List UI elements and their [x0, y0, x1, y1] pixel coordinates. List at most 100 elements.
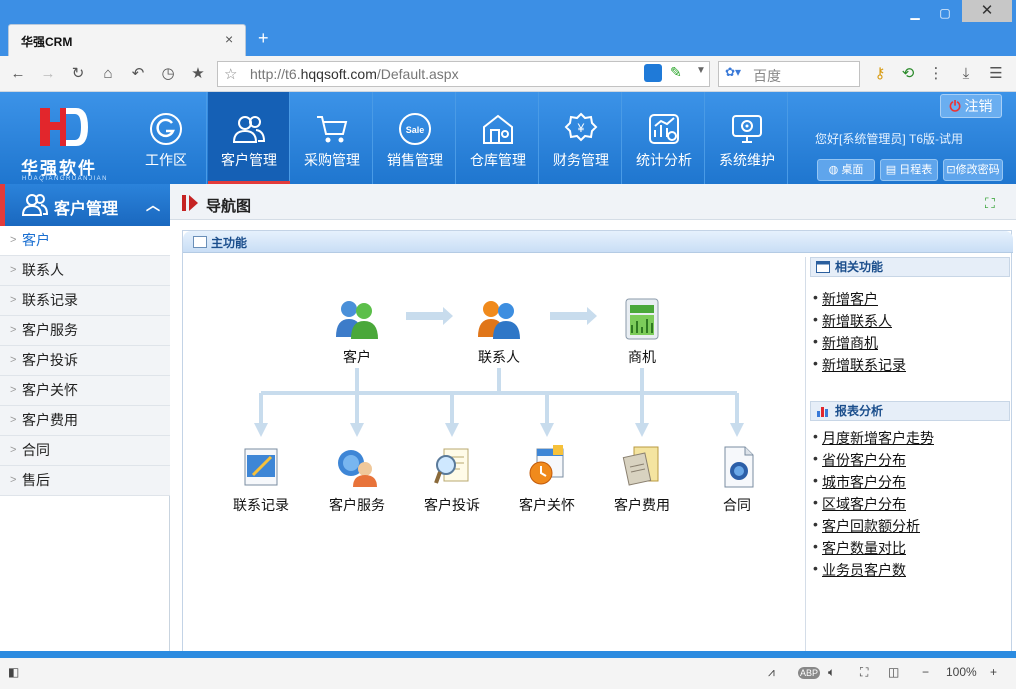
fullscreen-icon[interactable]: ⛶: [860, 665, 868, 680]
plugin-icon[interactable]: ✎: [670, 64, 682, 81]
bookmark-star-icon[interactable]: ★: [188, 64, 208, 84]
logout-button[interactable]: ⏻ 注销: [940, 94, 1002, 118]
calendar-icon: ▤: [885, 164, 897, 176]
flow-node-customer-service[interactable]: 客户服务: [317, 445, 397, 515]
dropdown-icon[interactable]: ▼: [696, 65, 706, 76]
reload-icon[interactable]: ↻: [68, 64, 88, 84]
link-province-distribution[interactable]: 省份客户分布: [813, 450, 906, 470]
zoom-level[interactable]: 100%: [946, 665, 977, 679]
nav-workspace[interactable]: 工作区: [125, 92, 207, 184]
customer-service-icon: [338, 450, 377, 487]
main-content: 导航图 ⛶ 主功能 客户 联系人 商机 联系记录 客户服务 客户投诉 客户关怀 …: [170, 184, 1016, 652]
sidebar-toggle-icon[interactable]: ◧: [8, 665, 19, 679]
search-input[interactable]: 百度: [753, 66, 781, 86]
user-greeting: 您好[系统管理员] T6版-试用: [815, 132, 964, 146]
nav-sales-management[interactable]: Sale 销售管理: [374, 92, 456, 184]
nav-finance-management[interactable]: ¥ 财务管理: [540, 92, 622, 184]
app-header: 华强软件 HUAQIANGRUANJIAN 工作区 客户管理 采购管理 Sale…: [0, 92, 1016, 184]
nav-label: 销售管理: [387, 152, 443, 168]
chevron-right-icon: >: [10, 474, 17, 486]
link-new-contact[interactable]: 新增联系人: [813, 311, 892, 331]
browser-tab[interactable]: 华强CRM ×: [8, 24, 246, 56]
sidebar-item-complaint[interactable]: > 客户投诉: [0, 346, 170, 376]
nav-purchase-management[interactable]: 采购管理: [291, 92, 373, 184]
customer-people-icon: [336, 301, 378, 339]
finance-icon: ¥: [564, 112, 598, 142]
sidebar-item-customer-service[interactable]: > 客户服务: [0, 316, 170, 346]
link-salesperson-customers[interactable]: 业务员客户数: [813, 560, 906, 580]
power-icon: ⏻: [949, 98, 961, 114]
window-close-button[interactable]: ✕: [962, 0, 1012, 22]
chevron-right-icon: >: [10, 294, 17, 306]
tab-title: 华强CRM: [21, 35, 73, 49]
node-label: 联系人: [478, 349, 520, 365]
notification-icon[interactable]: ⋮: [926, 64, 946, 84]
nav-warehouse-management[interactable]: 仓库管理: [457, 92, 539, 184]
menu-icon[interactable]: ☰: [986, 64, 1006, 84]
address-bar[interactable]: ☆ http://t6.hqqsoft.com/Default.aspx ✎ ▼: [217, 61, 710, 87]
link-new-contact-record[interactable]: 新增联系记录: [813, 355, 906, 375]
link-customer-count-comparison[interactable]: 客户数量对比: [813, 538, 906, 558]
key-icon[interactable]: ⚷: [870, 64, 890, 84]
link-city-distribution[interactable]: 城市客户分布: [813, 472, 906, 492]
sidebar-item-care[interactable]: > 客户关怀: [0, 376, 170, 406]
change-password-button[interactable]: ⊡修改密码: [943, 159, 1003, 181]
sidebar-title: 客户管理: [54, 201, 119, 218]
undo-icon[interactable]: ↶: [128, 64, 148, 84]
sidebar-item-customer[interactable]: > 客户: [0, 226, 170, 256]
adblock-icon[interactable]: ABP: [798, 667, 821, 679]
flow-node-expense[interactable]: 客户费用: [602, 445, 682, 515]
new-tab-button[interactable]: +: [258, 28, 269, 49]
nav-customer-management[interactable]: 客户管理: [208, 92, 290, 184]
flow-node-complaint[interactable]: 客户投诉: [412, 445, 492, 515]
nav-system-maintenance[interactable]: 系统维护: [706, 92, 788, 184]
history-icon[interactable]: ◷: [158, 64, 178, 84]
home-icon[interactable]: ⌂: [98, 64, 118, 84]
link-payment-analysis[interactable]: 客户回款额分析: [813, 516, 920, 536]
chevron-right-icon: >: [10, 354, 17, 366]
volume-icon[interactable]: 🔈︎: [828, 665, 835, 680]
forward-icon[interactable]: →: [38, 64, 58, 84]
nav-statistics-analysis[interactable]: 统计分析: [623, 92, 705, 184]
favorite-icon[interactable]: ☆: [224, 65, 237, 83]
node-label: 客户: [343, 349, 371, 365]
sidebar-item-contract[interactable]: > 合同: [0, 436, 170, 466]
tab-close-button[interactable]: ×: [225, 31, 233, 47]
panel-title: 主功能: [211, 236, 248, 250]
performance-icon[interactable]: ⩘: [768, 665, 775, 680]
sidebar-item-contact[interactable]: > 联系人: [0, 256, 170, 286]
nav-label: 系统维护: [719, 152, 775, 168]
maintenance-icon: [732, 115, 762, 143]
flow-node-customer[interactable]: 客户: [317, 297, 397, 367]
search-box[interactable]: ✿▾ 百度: [718, 61, 860, 87]
restore-button[interactable]: ▢: [930, 4, 960, 22]
sidebar-item-expense[interactable]: > 客户费用: [0, 406, 170, 436]
browser-mode-icon[interactable]: [644, 64, 662, 82]
flow-node-opportunity[interactable]: 商机: [602, 297, 682, 367]
flow-node-contact-record[interactable]: 联系记录: [221, 445, 301, 515]
zoom-in-button[interactable]: +: [990, 665, 997, 679]
link-new-customer[interactable]: 新增客户: [813, 289, 878, 309]
flow-node-care[interactable]: 客户关怀: [507, 445, 587, 515]
zoom-out-button[interactable]: −: [922, 665, 929, 679]
schedule-button[interactable]: ▤ 日程表: [880, 159, 938, 181]
sidebar-item-after-sales[interactable]: > 售后: [0, 466, 170, 496]
link-monthly-new-customer-trend[interactable]: 月度新增客户走势: [813, 428, 934, 448]
baidu-icon[interactable]: ✿▾: [725, 65, 741, 79]
user-icon[interactable]: ⟲: [898, 64, 918, 84]
flow-node-contact[interactable]: 联系人: [459, 297, 539, 367]
back-icon[interactable]: ←: [8, 64, 28, 84]
browser-statusbar: ◧ ⩘ ABP 🔈︎ ⛶ ◫ − 100% +: [0, 651, 1016, 689]
link-new-opportunity[interactable]: 新增商机: [813, 333, 878, 353]
desktop-button[interactable]: ◍ 桌面: [817, 159, 875, 181]
sidebar-header[interactable]: 客户管理 ︿: [0, 184, 170, 226]
minimize-button[interactable]: ▁: [900, 4, 930, 22]
chevron-right-icon: >: [10, 234, 17, 246]
fullscreen-icon[interactable]: ⛶: [985, 195, 995, 212]
sidebar-item-contact-record[interactable]: > 联系记录: [0, 286, 170, 316]
download-icon[interactable]: ⤓: [956, 64, 976, 84]
split-view-icon[interactable]: ◫: [888, 665, 899, 679]
flow-node-contract[interactable]: 合同: [697, 445, 777, 515]
chevron-up-icon[interactable]: ︿: [146, 195, 160, 215]
link-region-distribution[interactable]: 区域客户分布: [813, 494, 906, 514]
